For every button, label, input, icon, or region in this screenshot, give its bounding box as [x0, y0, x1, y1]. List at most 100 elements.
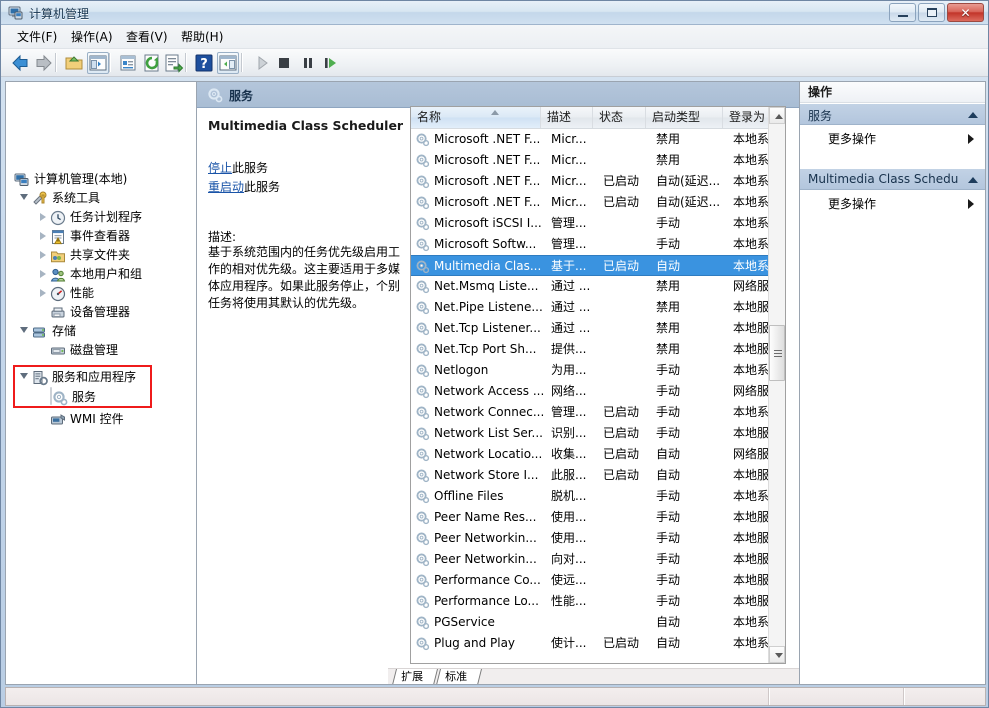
cell-status: 已启动 — [603, 192, 651, 213]
action-more-actions-selected-service[interactable]: 更多操作 — [800, 191, 985, 215]
list-rows-container[interactable]: Microsoft .NET F...Micr...禁用本地系统 Microsof… — [411, 129, 785, 663]
stop-service-link-row[interactable]: 停止此服务 — [208, 159, 268, 176]
table-row[interactable]: Peer Networkin...向对...手动本地服务 — [411, 549, 785, 570]
table-row[interactable]: Net.Pipe Listene...通过 ...禁用本地服务 — [411, 297, 785, 318]
tab-extended[interactable]: 扩展 — [392, 669, 438, 684]
console-tree-pane[interactable]: 计算机管理(本地) 系统工具 任务计划程序 — [6, 82, 197, 684]
tree-node-label: 磁盘管理 — [70, 341, 118, 360]
column-header-name[interactable]: 名称 — [411, 107, 541, 128]
table-row[interactable]: Microsoft iSCSI I...管理...手动本地系统 — [411, 213, 785, 234]
action-more-actions-services[interactable]: 更多操作 — [800, 126, 985, 150]
cell-name: Net.Tcp Listener... — [434, 318, 544, 339]
chevron-up-icon[interactable] — [968, 177, 978, 183]
table-row[interactable]: Network Access ...网络...手动网络服务 — [411, 381, 785, 402]
table-row[interactable]: Microsoft .NET F...Micr...已启动自动(延迟...本地系… — [411, 171, 785, 192]
table-row[interactable]: Peer Name Res...使用...手动本地服务 — [411, 507, 785, 528]
maximize-button[interactable] — [918, 3, 945, 22]
cell-status: 已启动 — [603, 633, 651, 654]
list-vertical-scrollbar[interactable] — [768, 107, 785, 663]
properties-icon[interactable] — [117, 52, 139, 74]
scroll-down-button[interactable] — [769, 646, 785, 663]
restart-service-link[interactable]: 重启动 — [208, 180, 244, 194]
table-row[interactable]: Plug and Play使计...已启动自动本地系统 — [411, 633, 785, 654]
table-row[interactable]: Net.Tcp Listener...通过 ...禁用本地服务 — [411, 318, 785, 339]
expander-shared-folders[interactable] — [40, 251, 49, 260]
table-row[interactable]: Microsoft .NET F...Micr...禁用本地系统 — [411, 129, 785, 150]
refresh-icon[interactable] — [141, 52, 163, 74]
column-header-status[interactable]: 状态 — [593, 107, 646, 128]
cell-description: 基于... — [551, 256, 595, 277]
service-gear-icon — [415, 636, 430, 651]
stop-service-link[interactable]: 停止 — [208, 161, 232, 175]
table-row[interactable]: Microsoft .NET F...Micr...已启动自动(延迟...本地系… — [411, 192, 785, 213]
table-row[interactable]: Microsoft Softw...管理...手动本地系统 — [411, 234, 785, 255]
description-text: 基于系统范围内的任务优先级启用工作的相对优先级。这主要适用于多媒体应用程序。如果… — [208, 244, 400, 312]
actions-group-services[interactable]: 服务 — [800, 103, 985, 125]
expander-local-users-groups[interactable] — [40, 270, 49, 279]
scrollbar-thumb[interactable] — [769, 325, 785, 381]
expander-event-viewer[interactable] — [40, 232, 49, 241]
service-gear-icon — [415, 342, 430, 357]
stop-service-icon[interactable] — [273, 52, 295, 74]
forward-icon[interactable] — [33, 52, 55, 74]
expander-system-tools[interactable] — [20, 194, 29, 203]
cell-startup-type: 自动 — [656, 256, 726, 277]
table-row[interactable]: Net.Tcp Port Sh...提供...禁用本地服务 — [411, 339, 785, 360]
menu-help[interactable]: 帮助(H) — [173, 28, 231, 46]
scroll-up-button[interactable] — [769, 107, 785, 124]
cell-name: Offline Files — [434, 486, 544, 507]
cell-description: 管理... — [551, 213, 595, 234]
table-row[interactable]: Peer Networkin...使用...手动本地服务 — [411, 528, 785, 549]
menu-file[interactable]: 文件(F) — [9, 28, 65, 46]
event-viewer-icon — [50, 229, 66, 245]
export-list-icon[interactable] — [163, 52, 185, 74]
cell-name: Network List Ser... — [434, 423, 544, 444]
expander-performance[interactable] — [40, 289, 49, 298]
table-row[interactable]: Network Connec...管理...已启动手动本地系统 — [411, 402, 785, 423]
table-row[interactable]: Microsoft .NET F...Micr...禁用本地系统 — [411, 150, 785, 171]
computer-management-icon — [8, 5, 24, 21]
cell-startup-type: 禁用 — [656, 150, 726, 171]
expander-storage[interactable] — [20, 327, 29, 336]
services-list-view[interactable]: 名称 描述 状态 启动类型 登录为 Microsoft .NET F...Mic… — [410, 106, 786, 664]
restart-service-icon[interactable] — [319, 52, 341, 74]
expander-task-scheduler[interactable] — [40, 213, 49, 222]
cell-name: Microsoft iSCSI I... — [434, 213, 544, 234]
chevron-up-icon[interactable] — [968, 112, 978, 118]
cell-description: Micr... — [551, 150, 595, 171]
table-row[interactable]: Performance Co...使远...手动本地服务 — [411, 570, 785, 591]
toolbar: ? — [1, 49, 989, 77]
close-button[interactable]: ✕ — [947, 3, 984, 22]
help-icon[interactable]: ? — [193, 52, 215, 74]
cell-description: 收集... — [551, 444, 595, 465]
table-row[interactable]: Netlogon为用...手动本地系统 — [411, 360, 785, 381]
table-row[interactable]: Net.Msmq Liste...通过 ...禁用网络服务 — [411, 276, 785, 297]
menu-action[interactable]: 操作(A) — [63, 28, 121, 46]
column-header-startup-type[interactable]: 启动类型 — [646, 107, 723, 128]
actions-group-selected-service[interactable]: Multimedia Class Schedu... — [800, 168, 985, 190]
start-service-icon[interactable] — [251, 52, 273, 74]
back-icon[interactable] — [9, 52, 31, 74]
table-row[interactable]: Network Locatio...收集...已启动自动网络服务 — [411, 444, 785, 465]
clock-icon — [50, 210, 66, 226]
cell-status — [603, 213, 651, 234]
menu-view[interactable]: 查看(V) — [118, 28, 176, 46]
table-row[interactable]: PGService自动本地系统 — [411, 612, 785, 633]
table-row[interactable]: Multimedia Clas...基于...已启动自动本地系统 — [411, 255, 785, 276]
cell-status: 已启动 — [603, 171, 651, 192]
up-folder-icon[interactable] — [63, 52, 85, 74]
table-row[interactable]: Network List Ser...识别...已启动手动本地服务 — [411, 423, 785, 444]
expander-services-and-applications[interactable] — [20, 373, 29, 382]
table-row[interactable]: Network Store I...此服...已启动自动本地服务 — [411, 465, 785, 486]
column-header-description[interactable]: 描述 — [541, 107, 593, 128]
show-action-pane-icon[interactable] — [217, 52, 239, 74]
table-row[interactable]: Performance Lo...性能...手动本地服务 — [411, 591, 785, 612]
cell-status — [603, 150, 651, 171]
pause-service-icon[interactable] — [297, 52, 319, 74]
cell-status — [603, 528, 651, 549]
table-row[interactable]: Offline Files脱机...手动本地系统 — [411, 486, 785, 507]
restart-service-link-row[interactable]: 重启动此服务 — [208, 178, 280, 195]
show-hide-tree-icon[interactable] — [87, 52, 109, 74]
minimize-button[interactable] — [889, 3, 916, 22]
tab-standard[interactable]: 标准 — [436, 669, 482, 684]
